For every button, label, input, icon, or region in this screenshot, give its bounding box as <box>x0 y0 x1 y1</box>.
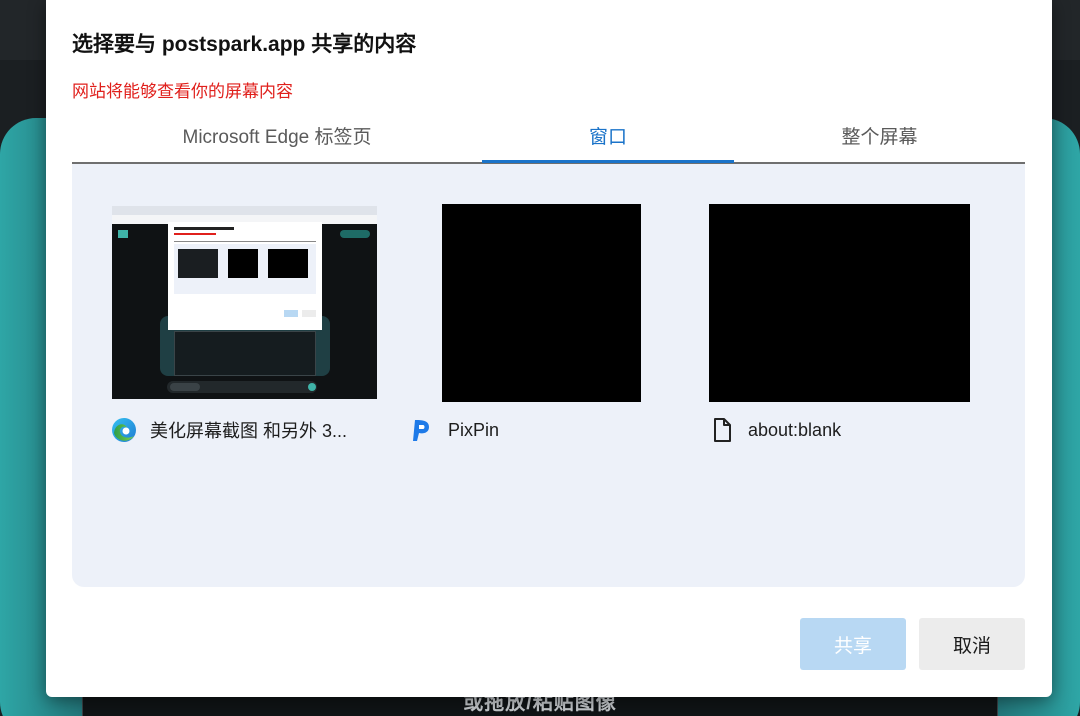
selected-tab-indicator <box>482 160 734 163</box>
share-screen-dialog: 选择要与 postspark.app 共享的内容 网站将能够查看你的屏幕内容 M… <box>46 0 1052 697</box>
window-option-about-blank[interactable]: about:blank <box>708 416 978 444</box>
cancel-button[interactable]: 取消 <box>919 618 1025 670</box>
window-label-pixpin: PixPin <box>448 419 500 440</box>
window-thumbnail-edge[interactable] <box>112 206 377 399</box>
tab-window[interactable]: 窗口 <box>482 118 734 164</box>
source-tabs: Microsoft Edge 标签页 窗口 整个屏幕 <box>72 118 1025 164</box>
window-label-edge: 美化屏幕截图 和另外 3... <box>150 421 348 441</box>
window-thumbnail-about-blank[interactable] <box>709 204 970 402</box>
edge-browser-icon <box>110 416 138 444</box>
tab-edge-tabs[interactable]: Microsoft Edge 标签页 <box>72 118 482 164</box>
dialog-title: 选择要与 postspark.app 共享的内容 <box>72 33 417 56</box>
window-thumbnail-pixpin[interactable] <box>442 204 641 402</box>
window-option-edge[interactable]: 美化屏幕截图 和另外 3... <box>110 416 380 444</box>
blank-document-icon <box>708 416 736 444</box>
share-button[interactable]: 共享 <box>800 618 906 670</box>
window-label-about-blank: about:blank <box>748 419 842 440</box>
dialog-warning: 网站将能够查看你的屏幕内容 <box>72 82 293 101</box>
window-list-panel: 美化屏幕截图 和另外 3... PixPin about:blank <box>72 164 1025 587</box>
window-option-pixpin[interactable]: PixPin <box>408 416 648 444</box>
tab-entire-screen[interactable]: 整个屏幕 <box>734 118 1025 164</box>
pixpin-app-icon <box>408 416 436 444</box>
